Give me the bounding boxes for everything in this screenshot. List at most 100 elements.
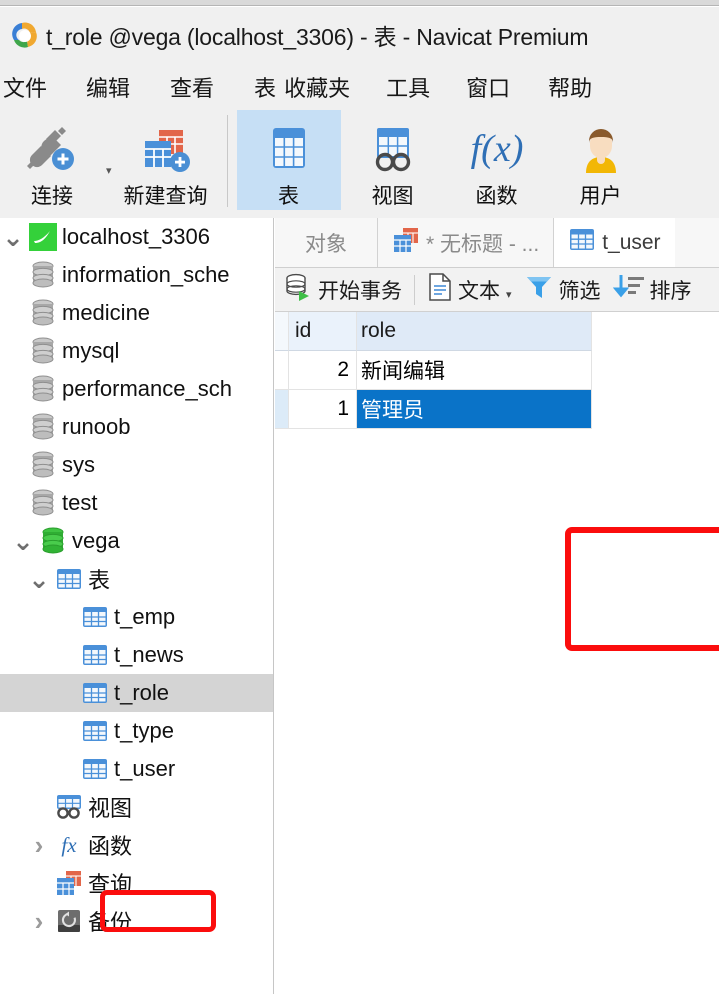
tree-item-mysql[interactable]: mysql	[0, 332, 273, 370]
grid-header-role[interactable]: role	[357, 312, 592, 351]
tab-t-user-label: t_user	[602, 230, 661, 254]
menu-table[interactable]: 表	[254, 71, 276, 103]
grid-header-row: id role	[275, 312, 719, 351]
data-grid[interactable]: id role 2 新闻编辑 1 管理员	[275, 312, 719, 432]
tree-item-localhost-3306[interactable]: localhost_3306	[0, 218, 273, 256]
tree-item-t-role[interactable]: t_role	[0, 674, 273, 712]
menu-bar: 文件 编辑 查看 表 收藏夹 工具 窗口 帮助	[0, 63, 719, 110]
window-title: t_role @vega (localhost_3306) - 表 - Navi…	[46, 24, 589, 50]
gridbar-separator	[414, 274, 415, 305]
tree-label: vega	[72, 528, 120, 553]
tree-item-functions-folder[interactable]: fx 函数	[0, 826, 273, 864]
tree-item-backups-folder[interactable]: 备份	[0, 902, 273, 940]
toolbar-connection-button[interactable]: 连接	[0, 110, 104, 210]
cell-id[interactable]: 1	[289, 390, 357, 429]
tree-label: t_news	[114, 642, 184, 667]
twisty-down-icon[interactable]	[10, 536, 36, 546]
tree-item-t-news[interactable]: t_news	[0, 636, 273, 674]
tree-item-t-type[interactable]: t_type	[0, 712, 273, 750]
begin-transaction-label: 开始事务	[318, 279, 402, 303]
svg-text:fx: fx	[61, 833, 77, 857]
tree-item-information-schema[interactable]: information_sche	[0, 256, 273, 294]
tree-label: sys	[62, 452, 95, 477]
cell-id[interactable]: 2	[289, 351, 357, 390]
tree-label: t_type	[114, 718, 174, 743]
toolbar-table-label: 表	[278, 185, 300, 208]
tab-t-user[interactable]: t_user	[554, 218, 675, 267]
twisty-right-icon[interactable]	[26, 906, 52, 937]
table-icon	[245, 120, 333, 179]
menu-window[interactable]: 窗口	[466, 71, 510, 103]
table-icon	[78, 757, 112, 781]
tree-item-tables-folder[interactable]: 表	[0, 560, 273, 598]
tree-item-queries-folder[interactable]: 查询	[0, 864, 273, 902]
tree-item-t-emp[interactable]: t_emp	[0, 598, 273, 636]
main-panel: 对象 * 无标题 - ... t_user 开始事务 文本 ▾ 筛选 排序 id…	[275, 218, 719, 994]
toolbar-separator	[226, 115, 228, 207]
tree-item-t-user[interactable]: t_user	[0, 750, 273, 788]
menu-help[interactable]: 帮助	[548, 71, 592, 103]
editor-tab-strip[interactable]: 对象 * 无标题 - ... t_user	[275, 218, 719, 268]
chevron-down-icon[interactable]: ▾	[506, 288, 512, 301]
tree-item-sys[interactable]: sys	[0, 446, 273, 484]
connection-plug-icon	[8, 120, 96, 179]
database-green-icon	[36, 527, 70, 555]
table-icon	[78, 719, 112, 743]
view-glasses-icon	[349, 120, 437, 179]
mysql-server-icon	[26, 223, 60, 251]
tree-item-test[interactable]: test	[0, 484, 273, 522]
text-button[interactable]: 文本 ▾	[421, 272, 518, 308]
toolbar-view-label: 视图	[371, 185, 414, 208]
connection-dropdown-caret-icon[interactable]: ▾	[106, 164, 112, 177]
grid-action-bar[interactable]: 开始事务 文本 ▾ 筛选 排序	[275, 268, 719, 312]
object-tree-sidebar[interactable]: localhost_3306 information_sche	[0, 218, 274, 994]
menu-tools[interactable]: 工具	[386, 71, 430, 103]
tree-item-views-folder[interactable]: 视图	[0, 788, 273, 826]
title-bar: t_role @vega (localhost_3306) - 表 - Navi…	[0, 7, 719, 63]
tab-untitled-query[interactable]: * 无标题 - ...	[378, 218, 555, 267]
menu-favorites[interactable]: 收藏夹	[284, 71, 350, 103]
toolbar-function-button[interactable]: f(x) 函数	[445, 110, 549, 210]
toolbar-new-query-button[interactable]: 新建查询	[114, 110, 218, 210]
table-icon	[78, 681, 112, 705]
tree-label: medicine	[62, 300, 151, 325]
row-gutter[interactable]	[275, 390, 289, 429]
twisty-down-icon[interactable]	[26, 574, 52, 584]
navicat-window: t_role @vega (localhost_3306) - 表 - Navi…	[0, 0, 719, 994]
toolbar-user-label: 用户	[579, 185, 622, 208]
backup-disk-icon	[52, 908, 86, 934]
begin-transaction-button[interactable]: 开始事务	[277, 272, 408, 308]
cell-role[interactable]: 新闻编辑	[357, 351, 592, 390]
toolbar-view-button[interactable]: 视图	[341, 110, 445, 210]
cell-role[interactable]: 管理员	[357, 390, 592, 429]
tree-label: t_emp	[114, 604, 176, 629]
grid-header-id[interactable]: id	[289, 312, 357, 351]
window-frame-top	[0, 0, 719, 6]
tree-label: 表	[88, 568, 111, 593]
sort-button[interactable]: 排序	[607, 272, 698, 308]
twisty-right-icon[interactable]	[26, 830, 52, 861]
tree-item-vega[interactable]: vega	[0, 522, 273, 560]
tree-label: t_role	[114, 680, 170, 705]
sort-label: 排序	[649, 279, 692, 303]
tab-objects-label: 对象	[305, 232, 347, 256]
view-glasses-icon	[52, 794, 86, 820]
twisty-down-icon[interactable]	[0, 232, 26, 242]
table-row[interactable]: 2 新闻编辑	[275, 351, 719, 390]
database-gray-icon	[26, 299, 60, 327]
filter-funnel-icon	[524, 272, 554, 308]
menu-view[interactable]: 查看	[170, 71, 214, 103]
table-row[interactable]: 1 管理员	[275, 390, 719, 429]
tree-item-medicine[interactable]: medicine	[0, 294, 273, 332]
tree-item-runoob[interactable]: runoob	[0, 408, 273, 446]
tree-label: 视图	[88, 796, 133, 821]
tree-item-performance-schema[interactable]: performance_sch	[0, 370, 273, 408]
toolbar-table-button[interactable]: 表	[236, 110, 341, 210]
tree-label: mysql	[62, 338, 120, 363]
menu-edit[interactable]: 编辑	[86, 71, 130, 103]
filter-button[interactable]: 筛选	[518, 272, 607, 308]
row-gutter[interactable]	[275, 351, 289, 390]
toolbar-user-button[interactable]: 用户	[549, 110, 653, 210]
tab-objects[interactable]: 对象	[275, 218, 378, 267]
menu-file[interactable]: 文件	[3, 71, 47, 103]
